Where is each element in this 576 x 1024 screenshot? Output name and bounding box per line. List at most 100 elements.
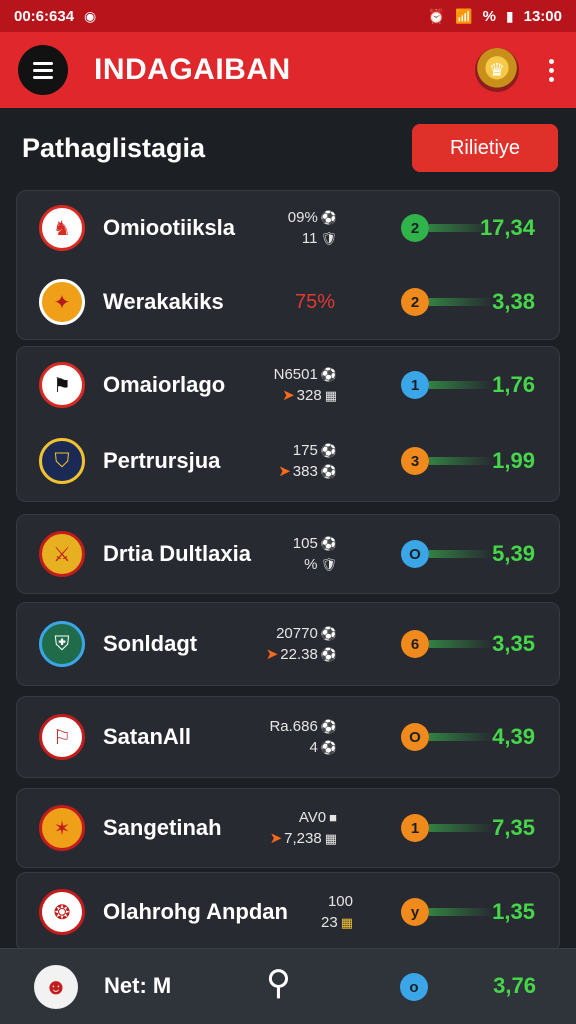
ball-icon: ⚽ [320,740,337,755]
trend-bar [429,298,493,306]
team-row[interactable]: ⛨ Sonldagt 20770 ⚽ ➤ 22.38 ⚽ 6 3,35 [17,603,559,685]
team-badge-icon: ⛨ [39,621,85,667]
team-badge-icon: ✦ [39,279,85,325]
alarm-icon: ⏰ [427,7,446,24]
section-header: Pathaglistagia Rilietiye [0,118,576,178]
team-score: 3,38 [492,289,535,314]
position-badge: 2 [401,288,429,316]
team-row[interactable]: ⚐ SatanAll Ra.686 ⚽ 4 ⚽ O 4,39 [17,697,559,777]
position-badge: 1 [401,371,429,399]
battery-icon: ▮ [505,7,514,24]
team-name: Sonldagt [103,631,198,656]
app-title: INDAGAIBAN [94,53,291,86]
grid-icon: ▦ [340,915,353,930]
position-badge: O [401,540,429,568]
position-badge: 6 [401,630,429,658]
team-card: ♞ Omiootiiksla 09% ⚽ 11 🛡 2 17,34 ✦ Weraka… [16,190,560,340]
team-name: Olahrohg Anpdan [103,899,288,924]
team-name: Pertrursjua [103,448,221,473]
position-badge: 1 [401,814,429,842]
team-stats: 20770 ⚽ ➤ 22.38 ⚽ [265,625,337,663]
team-stats: N6501 ⚽ ➤ 328 ▦ [273,366,337,404]
team-score: 1,99 [492,448,535,473]
team-card: ⛨ Sonldagt 20770 ⚽ ➤ 22.38 ⚽ 6 3,35 [16,602,560,686]
team-badge-icon: ❂ [39,889,85,935]
team-badge-icon: ⛉ [39,438,85,484]
team-row[interactable]: ✶ Sangetinah AV0 ■ ➤ 7,238 ▦ 1 7,35 [17,789,559,867]
team-badge-icon: ⚑ [39,362,85,408]
team-name: Omaiorlago [103,372,226,397]
trend-bar [429,550,493,558]
ball-icon: ⚽ [320,719,337,734]
arrow-icon: ➤ [265,646,279,663]
team-row[interactable]: ❂ Olahrohg Anpdan 100 23 ▦ y 1,35 [17,873,559,951]
team-row[interactable]: ⚔ Drtia Dultlaxia 105 ⚽ % 🛡 O 5,39 [17,515,559,593]
bottom-score: 3,76 [493,973,536,998]
position-badge: 2 [401,214,429,242]
ball-icon: ⚽ [320,626,337,641]
status-bar: 00:6:634 ◉ ⏰ 📶 % ▮ 13:00 [0,0,576,32]
team-name: Omiootiiksla [103,215,236,240]
team-score: 17,34 [479,215,535,240]
arrow-icon: ➤ [269,830,283,847]
team-stats: AV0 ■ ➤ 7,238 ▦ [269,809,337,847]
notification-icon: ◉ [84,7,97,24]
grid-icon: ▦ [324,831,337,846]
team-badge-icon: ⚔ [39,531,85,577]
team-card: ❂ Olahrohg Anpdan 100 23 ▦ y 1,35 [16,872,560,952]
team-badge-icon: ♞ [39,205,85,251]
trend-bar [429,640,493,648]
trend-bar [429,908,493,916]
ball-icon: ⚽ [320,464,337,479]
avatar-icon[interactable]: ☻ [34,965,78,1009]
trend-bar [429,733,493,741]
shield-icon: 🛡 [320,231,337,246]
calendar-icon: ▦ [324,388,337,403]
team-name: Sangetinah [103,815,222,840]
trend-bar [429,824,493,832]
app-bar: INDAGAIBAN ♛ [0,32,576,108]
section-action-button[interactable]: Rilietiye [412,124,558,172]
trend-bar [429,381,493,389]
team-row[interactable]: ⛉ Pertrursjua 175 ⚽ ➤ 383 ⚽ 3 1,99 [17,423,559,499]
ball-icon: ⚽ [320,210,337,225]
position-badge: o [400,973,428,1001]
emblem-icon: ♛ [475,48,519,92]
team-name: Werakakiks [103,289,224,314]
team-card: ⚐ SatanAll Ra.686 ⚽ 4 ⚽ O 4,39 [16,696,560,778]
team-stats: Ra.686 ⚽ 4 ⚽ [269,718,337,756]
ball-icon: ⚽ [320,647,337,662]
team-stats: 100 23 ▦ [321,893,353,931]
team-row[interactable]: ⚑ Omaiorlago N6501 ⚽ ➤ 328 ▦ 1 1,76 [17,347,559,423]
section-title: Pathaglistagia [22,132,206,163]
status-clock: 13:00 [523,7,562,25]
ball-icon: ⚽ [320,536,337,551]
team-row[interactable]: ♞ Omiootiiksla 09% ⚽ 11 🛡 2 17,34 [17,191,559,265]
position-badge: y [401,898,429,926]
bottom-label: Net: M [104,973,172,998]
bottom-nav: ☻ Net: M ⚲ o 3,76 [0,948,576,1024]
team-badge-icon: ✶ [39,805,85,851]
team-score: 1,35 [492,899,535,924]
status-time: 00:6:634 [14,7,75,25]
team-row[interactable]: ✦ Werakakiks 75% 2 3,38 [17,265,559,339]
arrow-icon: ➤ [278,463,291,480]
arrow-icon: ➤ [282,387,295,404]
team-name: Drtia Dultlaxia [103,541,251,566]
trend-bar [429,457,493,465]
more-options-icon[interactable] [545,55,558,86]
ball-icon: ⚽ [320,367,337,382]
menu-button[interactable] [18,45,68,95]
battery-percent: % [482,7,496,25]
team-score: 5,39 [492,541,535,566]
team-card: ⚔ Drtia Dultlaxia 105 ⚽ % 🛡 O 5,39 [16,514,560,594]
position-badge: O [401,723,429,751]
team-score: 7,35 [492,815,535,840]
square-icon: ■ [329,810,337,825]
team-score: 4,39 [492,724,535,749]
team-name: SatanAll [103,724,192,749]
team-stats: 175 ⚽ ➤ 383 ⚽ [278,442,337,480]
team-score: 1,76 [492,372,535,397]
search-icon[interactable]: ⚲ [266,963,291,1003]
team-score: 3,35 [492,631,535,656]
